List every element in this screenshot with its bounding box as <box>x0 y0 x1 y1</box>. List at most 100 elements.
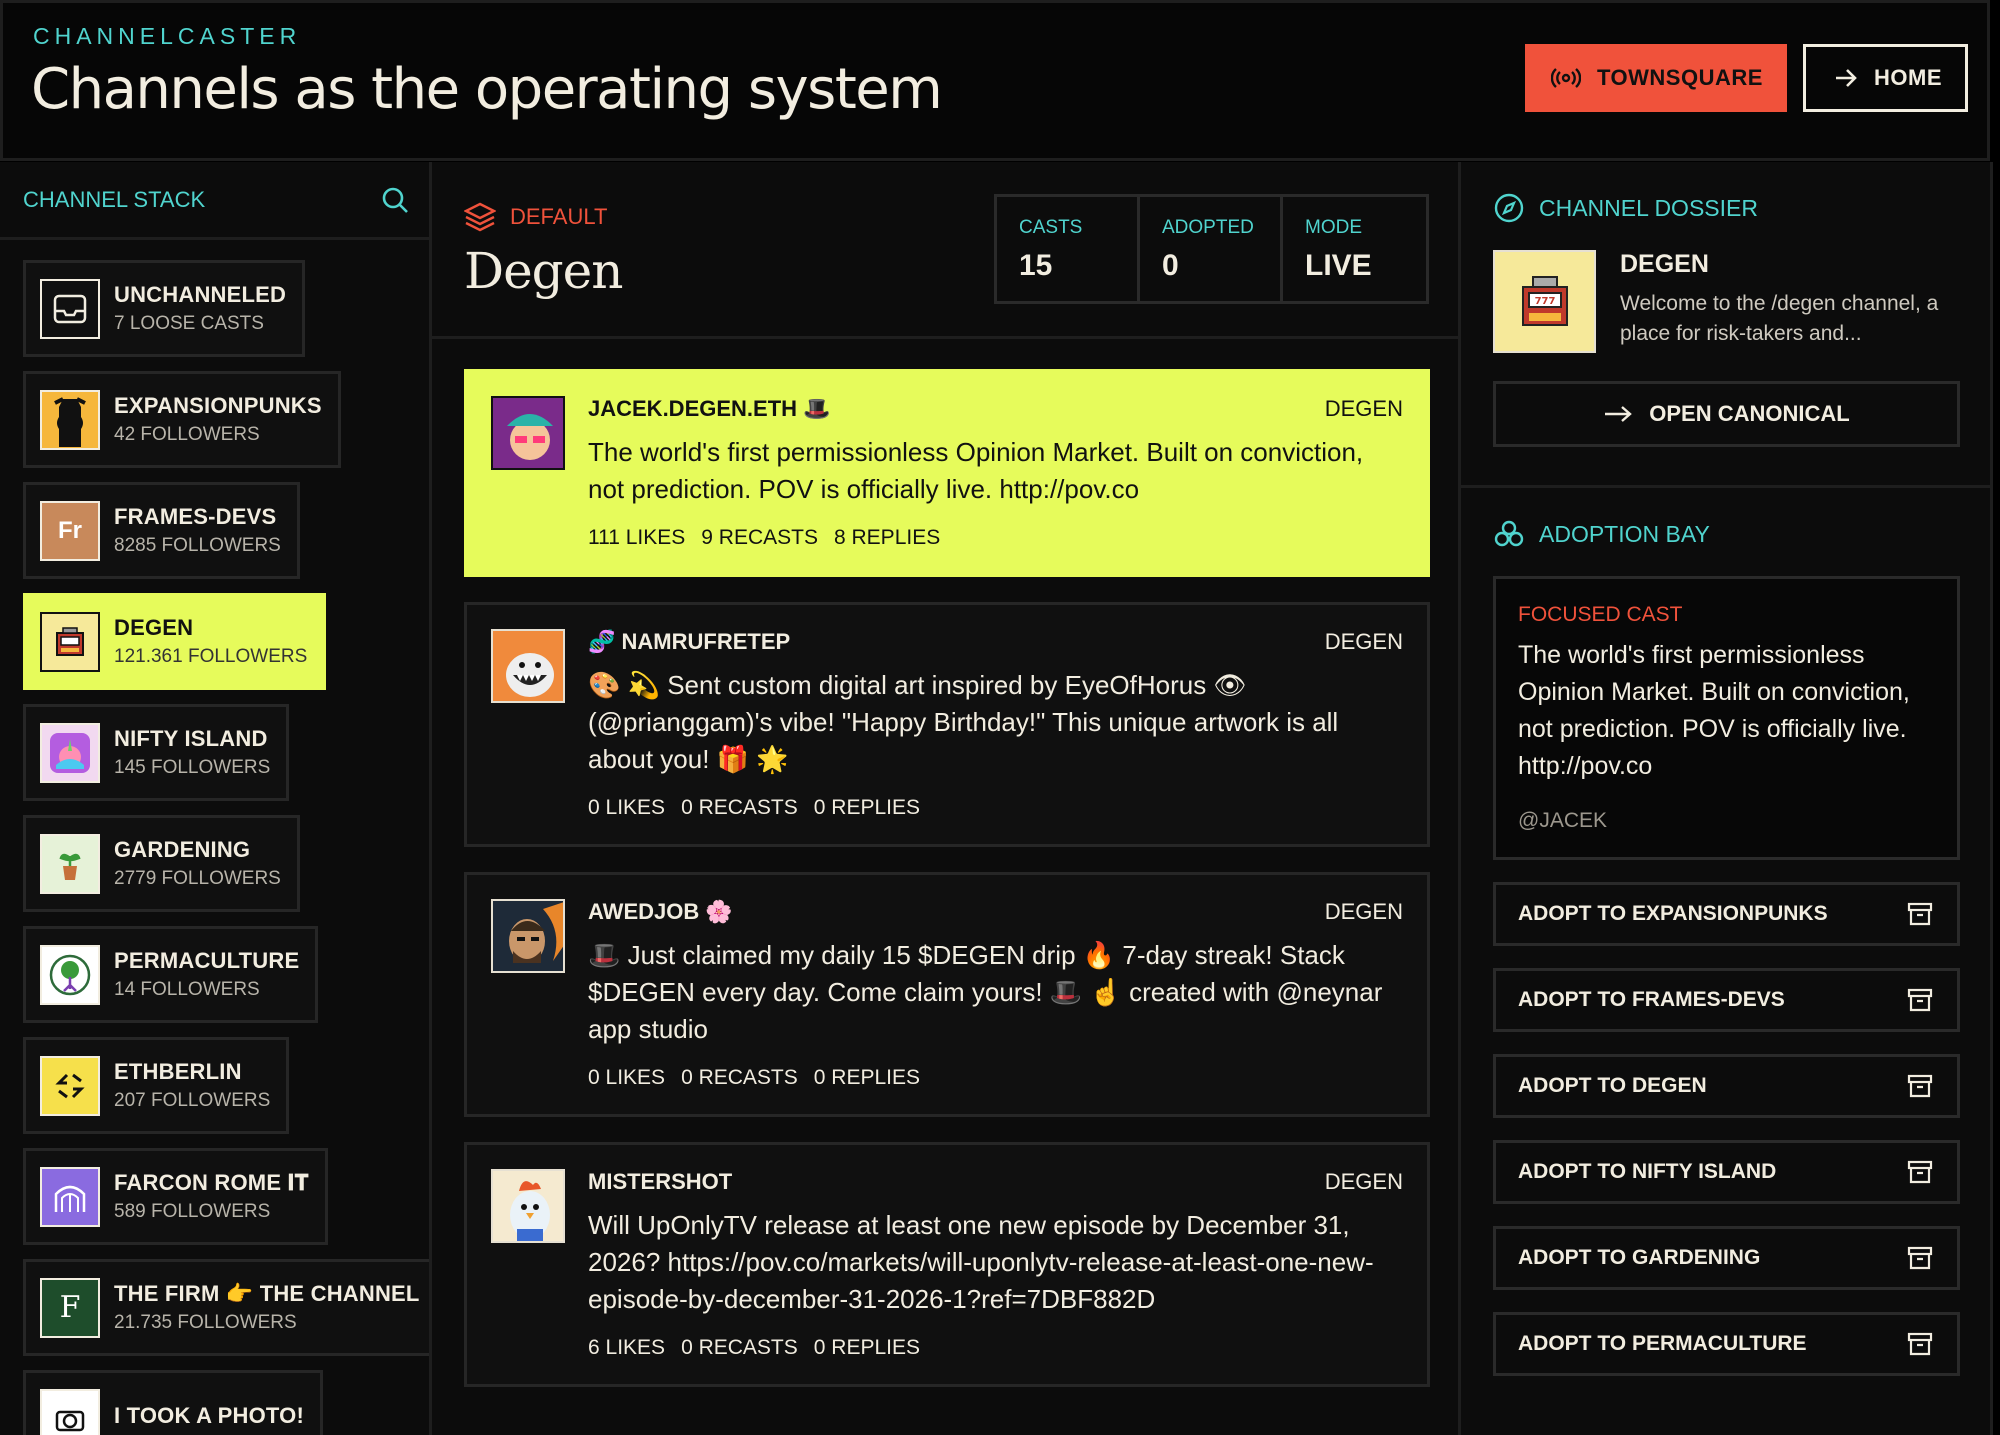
channel-item-i-took-a-photo[interactable]: I TOOK A PHOTO! <box>23 1370 324 1435</box>
adopt-expansionpunks-button[interactable]: ADOPT TO EXPANSIONPUNKS <box>1493 882 1960 946</box>
cast-likes: 0 LIKES <box>588 1066 666 1089</box>
cast-stats: 0 LIKES 0 RECASTS 0 REPLIES <box>588 796 1403 820</box>
cast-recasts: 9 RECASTS <box>701 526 818 549</box>
brand-label: CHANNELCASTER <box>33 23 302 49</box>
cast-channel: DEGEN <box>1324 396 1403 421</box>
channel-title: Degen <box>464 242 623 300</box>
channel-meta: 589 FOLLOWERS <box>114 1201 271 1222</box>
channel-item-expansionpunks[interactable]: EXPANSIONPUNKS 42 FOLLOWERS <box>23 371 341 468</box>
archive-icon <box>1907 1160 1933 1184</box>
cast-stats: 111 LIKES 9 RECASTS 8 REPLIES <box>588 526 1403 550</box>
channel-dossier: CHANNEL DOSSIER 777 DEGEN Welcome to the… <box>1461 162 1990 488</box>
slot-machine-icon <box>40 611 100 672</box>
dossier-card: 777 DEGEN Welcome to the /degen channel,… <box>1493 250 1960 353</box>
cast-list: JACEK.DEGEN.ETH 🎩 DEGEN The world's firs… <box>432 339 1458 1387</box>
arch-icon <box>40 1166 100 1227</box>
cast-channel: DEGEN <box>1324 629 1403 654</box>
channel-item-farcon-rome[interactable]: FARCON ROME 𝐈𝐓 589 FOLLOWERS <box>23 1148 328 1245</box>
focused-cast-label: FOCUSED CAST <box>1518 603 1683 626</box>
slot-machine-icon: 777 <box>1493 250 1596 353</box>
open-canonical-button[interactable]: OPEN CANONICAL <box>1493 381 1960 447</box>
channel-name: DEGEN <box>114 615 194 640</box>
adopt-gardening-button[interactable]: ADOPT TO GARDENING <box>1493 1226 1960 1290</box>
channel-meta: 121.361 FOLLOWERS <box>114 646 308 667</box>
channel-item-nifty-island[interactable]: NIFTY ISLAND 145 FOLLOWERS <box>23 704 290 801</box>
channel-name: FARCON ROME 𝐈𝐓 <box>114 1170 309 1195</box>
adoption-header: ADOPTION BAY <box>1493 518 1960 550</box>
punk-icon <box>40 389 100 450</box>
avatar[interactable] <box>491 396 565 470</box>
camera-icon <box>40 1388 100 1435</box>
adopt-frames-devs-button[interactable]: ADOPT TO FRAMES-DEVS <box>1493 968 1960 1032</box>
compass-icon <box>1494 193 1524 223</box>
focused-cast: FOCUSED CAST The world's first permissio… <box>1493 576 1960 860</box>
channel-name: I TOOK A PHOTO! <box>114 1403 305 1428</box>
tree-icon <box>40 944 100 1005</box>
arrow-right-icon <box>1605 406 1633 422</box>
cast-text: Will UpOnlyTV release at least one new e… <box>588 1210 1374 1314</box>
channel-name: FRAMES-DEVS <box>114 504 277 529</box>
cast-likes: 6 LIKES <box>588 1336 666 1359</box>
cluster-icon <box>1494 520 1524 547</box>
page-headline: Channels as the operating system <box>31 57 943 122</box>
svg-text:777: 777 <box>1534 296 1555 307</box>
the-firm-logo: F <box>40 1277 100 1338</box>
channel-meta: 145 FOLLOWERS <box>114 757 271 778</box>
channel-item-degen[interactable]: DEGEN 121.361 FOLLOWERS <box>23 593 327 690</box>
archive-icon <box>1907 902 1933 926</box>
channel-name: NIFTY ISLAND <box>114 726 268 751</box>
dossier-name: DEGEN <box>1620 250 1709 278</box>
channel-item-permaculture[interactable]: PERMACULTURE 14 FOLLOWERS <box>23 926 319 1023</box>
avatar[interactable] <box>491 899 565 973</box>
avatar[interactable] <box>491 629 565 703</box>
avatar[interactable] <box>491 1169 565 1243</box>
channel-meta: 8285 FOLLOWERS <box>114 535 281 556</box>
channel-item-the-firm[interactable]: F THE FIRM 👉 THE CHANNEL 21.735 FOLLOWERS <box>23 1259 429 1356</box>
channel-stats: CASTS 15 ADOPTED 0 MODE LIVE <box>994 194 1429 304</box>
cast-author[interactable]: JACEK.DEGEN.ETH 🎩 <box>588 396 831 422</box>
broadcast-icon <box>1551 68 1581 88</box>
channel-name: EXPANSIONPUNKS <box>114 393 322 418</box>
cast-author[interactable]: 🧬 NAMRUFRETEP <box>588 629 790 655</box>
cast-likes: 0 LIKES <box>588 796 666 819</box>
adopt-degen-button[interactable]: ADOPT TO DEGEN <box>1493 1054 1960 1118</box>
cast-replies: 8 REPLIES <box>834 526 941 549</box>
channel-meta: 42 FOLLOWERS <box>114 424 260 445</box>
channel-item-frames-devs[interactable]: Fr FRAMES-DEVS 8285 FOLLOWERS <box>23 482 300 579</box>
plant-icon <box>40 833 100 894</box>
island-icon <box>40 722 100 783</box>
cast-recasts: 0 RECASTS <box>681 796 798 819</box>
townsquare-button[interactable]: TOWNSQUARE <box>1525 44 1787 112</box>
cast-text: The world's first permissionless Opinion… <box>588 437 1364 504</box>
stat-casts: CASTS 15 <box>997 197 1140 301</box>
channel-meta: 207 FOLLOWERS <box>114 1090 271 1111</box>
dossier-description: Welcome to the /degen channel, a place f… <box>1620 292 1939 345</box>
channel-item-gardening[interactable]: GARDENING 2779 FOLLOWERS <box>23 815 300 912</box>
adopt-permaculture-button[interactable]: ADOPT TO PERMACULTURE <box>1493 1312 1960 1376</box>
cast-author[interactable]: MISTERSHOT <box>588 1169 732 1195</box>
channel-item-ethberlin[interactable]: ETHBERLIN 207 FOLLOWERS <box>23 1037 290 1134</box>
cast-recasts: 0 RECASTS <box>681 1336 798 1359</box>
cast-card[interactable]: AWEDJOB 🌸 DEGEN 🎩 Just claimed my daily … <box>464 872 1430 1117</box>
channel-meta: 14 FOLLOWERS <box>114 979 260 1000</box>
frames-devs-logo: Fr <box>40 500 100 561</box>
cast-replies: 0 REPLIES <box>813 1336 920 1359</box>
feed-header: DEFAULT Degen CASTS 15 ADOPTED 0 MODE LI… <box>432 162 1458 339</box>
cast-card[interactable]: JACEK.DEGEN.ETH 🎩 DEGEN The world's firs… <box>464 369 1430 577</box>
cast-replies: 0 REPLIES <box>813 1066 920 1089</box>
search-icon[interactable] <box>381 186 409 214</box>
cast-card[interactable]: 🧬 NAMRUFRETEP DEGEN 🎨 💫 Sent custom digi… <box>464 602 1430 847</box>
adopt-nifty-island-button[interactable]: ADOPT TO NIFTY ISLAND <box>1493 1140 1960 1204</box>
channel-meta: 21.735 FOLLOWERS <box>114 1312 297 1333</box>
inbox-icon <box>40 278 100 339</box>
cast-card[interactable]: MISTERSHOT DEGEN Will UpOnlyTV release a… <box>464 1142 1430 1387</box>
cast-author[interactable]: AWEDJOB 🌸 <box>588 899 733 925</box>
arrow-right-icon <box>1836 69 1857 87</box>
channel-stack-header: CHANNEL STACK <box>0 162 429 240</box>
channel-name: PERMACULTURE <box>114 948 300 973</box>
channel-item-unchanneled[interactable]: UNCHANNELED 7 LOOSE CASTS <box>23 260 306 357</box>
cast-channel: DEGEN <box>1324 1169 1403 1194</box>
channel-kicker: DEFAULT <box>464 202 607 232</box>
cast-recasts: 0 RECASTS <box>681 1066 798 1089</box>
home-button[interactable]: HOME <box>1803 44 1968 112</box>
